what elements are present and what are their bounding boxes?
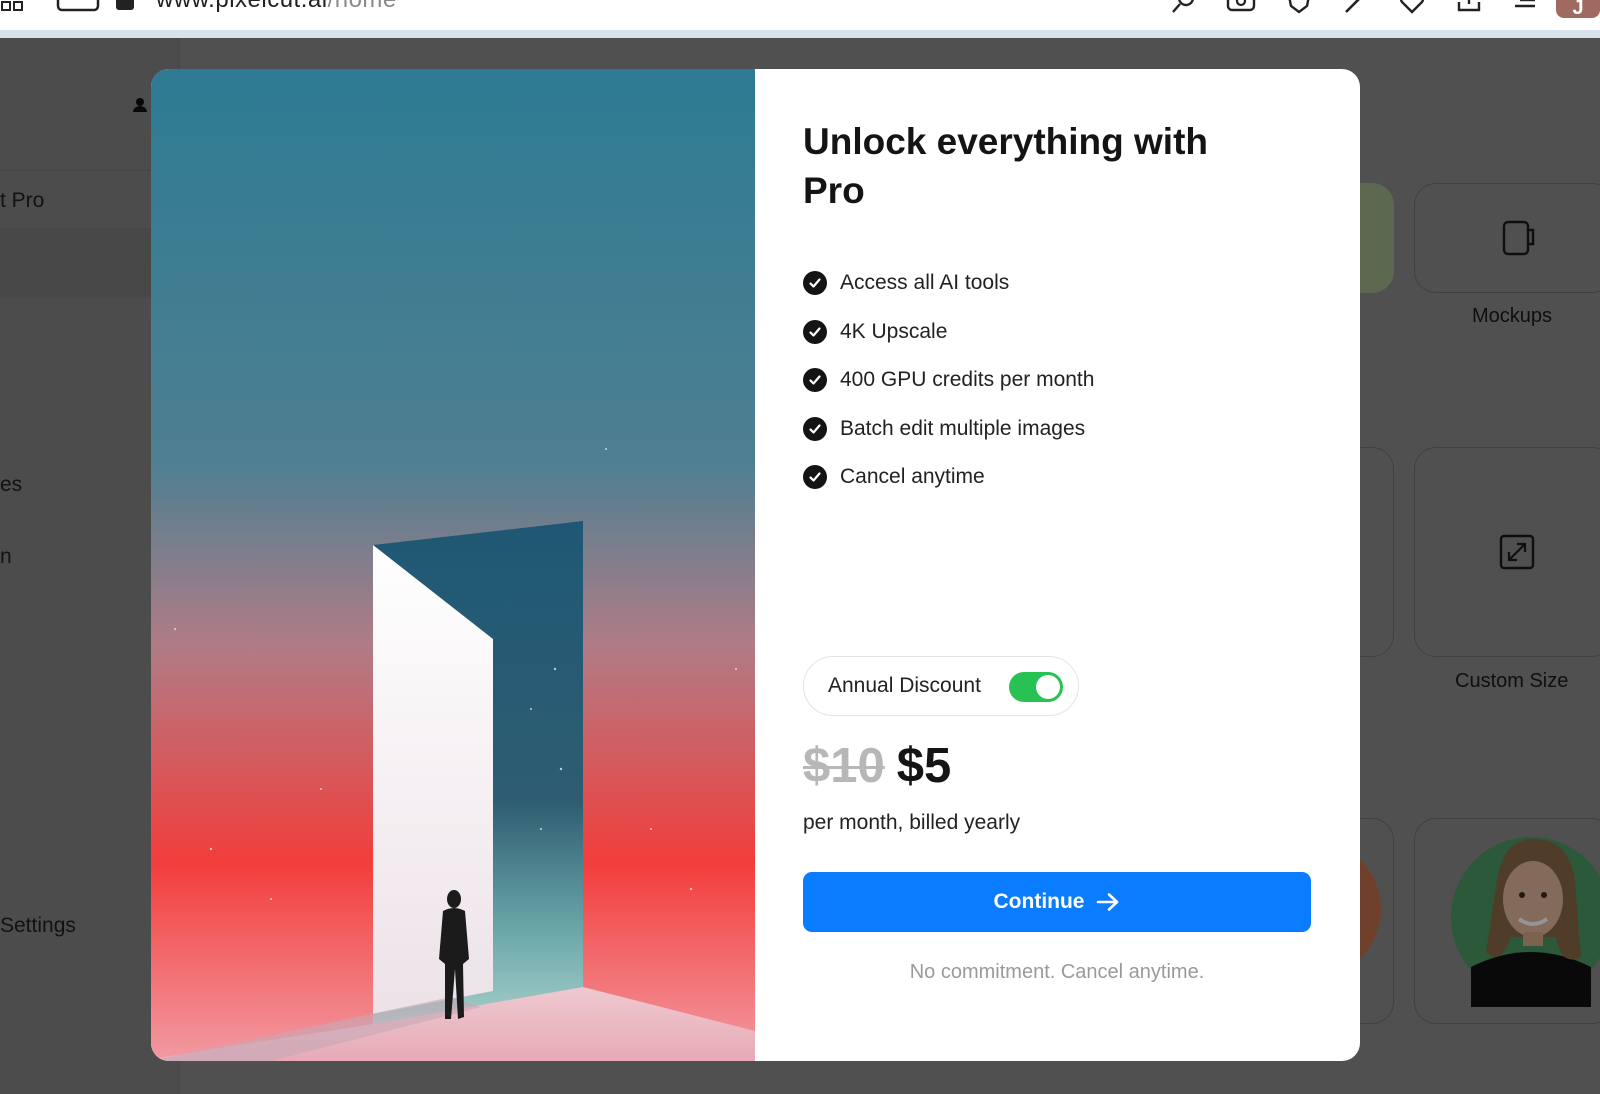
check-circle-icon [803,465,827,490]
browser-toolbar: www.pixelcut.ai/home J [0,0,1600,30]
url-path: /home [328,0,397,13]
continue-button[interactable]: Continue [803,872,1311,932]
doorway-illustration [151,69,755,1061]
feature-label: Cancel anytime [840,465,985,489]
check-circle-icon [803,271,827,296]
shield-icon[interactable] [1286,0,1312,16]
arrow-right-icon [1097,893,1119,911]
toggle-knob [1036,675,1060,699]
reading-list-icon[interactable] [1512,0,1538,16]
address-bar[interactable]: www.pixelcut.ai/home [156,0,397,14]
search-icon[interactable] [1170,0,1198,16]
profile-initial: J [1572,0,1584,19]
price-row: $10 $5 [803,738,951,794]
no-commitment-note: No commitment. Cancel anytime. [909,961,1205,983]
browser-divider [0,30,1600,38]
feature-label: 4K Upscale [840,319,948,343]
annual-discount-pill: Annual Discount [803,656,1079,716]
check-circle-icon [803,368,827,393]
key-icon[interactable] [114,0,136,12]
feature-item: Batch edit multiple images [803,405,1094,454]
annual-discount-label: Annual Discount [828,674,981,697]
camera-icon[interactable] [1226,0,1256,14]
feature-label: 400 GPU credits per month [840,368,1095,392]
annual-discount-toggle[interactable] [1009,672,1063,702]
pricing-panel: Unlock everything with Pro Access all AI… [755,69,1360,1061]
profile-avatar[interactable]: J [1556,0,1600,19]
new-price: $5 [896,739,952,793]
url-host: www.pixelcut.ai [156,0,328,13]
upgrade-modal: Unlock everything with Pro Access all AI… [151,69,1360,1061]
feature-item: Access all AI tools [803,259,1094,308]
continue-label: Continue [993,890,1085,913]
feature-label: Access all AI tools [840,271,1010,295]
grid-icon[interactable] [0,0,28,14]
billing-text: per month, billed yearly [803,811,1021,834]
check-circle-icon [803,416,827,441]
old-price: $10 [803,739,885,793]
modal-title: Unlock everything with Pro [803,121,1209,211]
feature-list: Access all AI tools 4K Upscale 400 GPU c… [803,259,1094,502]
feature-label: Batch edit multiple images [840,416,1086,440]
download-icon[interactable] [1456,0,1482,16]
heart-icon[interactable] [1398,0,1426,16]
feature-item: Cancel anytime [803,453,1094,502]
check-circle-icon [803,319,827,344]
window-icon[interactable] [56,0,100,12]
pen-icon[interactable] [1342,0,1368,16]
feature-item: 400 GPU credits per month [803,356,1094,405]
feature-item: 4K Upscale [803,308,1094,357]
